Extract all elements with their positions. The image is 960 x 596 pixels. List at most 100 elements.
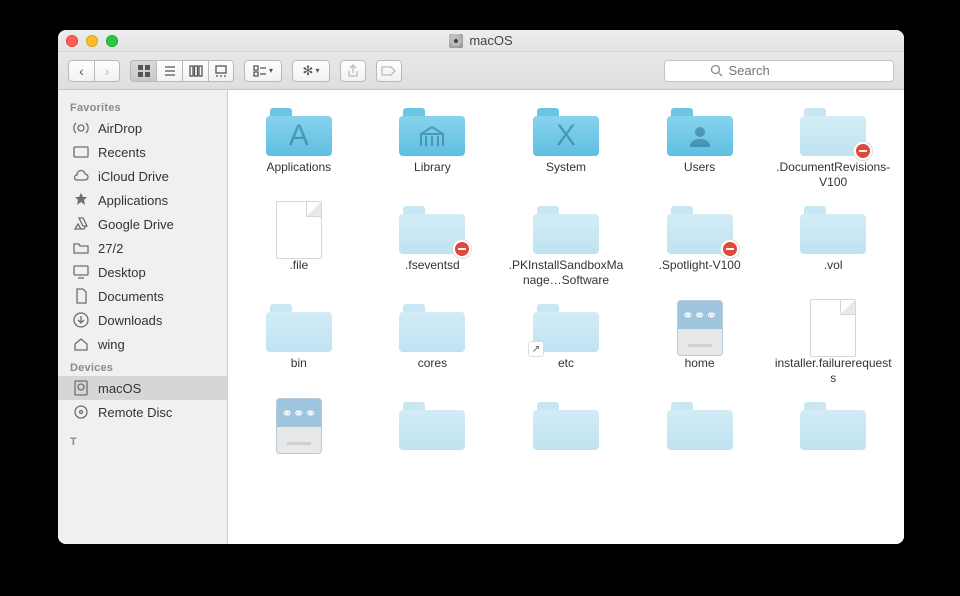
file-item[interactable]: Users: [637, 104, 763, 190]
file-item[interactable]: .vol: [770, 202, 896, 288]
disk-icon: [449, 34, 463, 48]
item-icon: [398, 398, 466, 454]
close-button[interactable]: [66, 35, 78, 47]
search-field[interactable]: [664, 60, 894, 82]
file-item[interactable]: [637, 398, 763, 454]
sidebar-item-label: iCloud Drive: [98, 169, 169, 184]
item-icon: [532, 202, 600, 258]
file-item[interactable]: [370, 398, 496, 454]
search-input[interactable]: [729, 63, 849, 78]
file-item[interactable]: [770, 398, 896, 454]
sidebar-item-googledrive[interactable]: Google Drive: [58, 212, 227, 236]
sidebar-item-applications[interactable]: Applications: [58, 188, 227, 212]
content-area[interactable]: AApplications Library XSystem Users .Documen…: [228, 90, 904, 544]
item-icon: [398, 104, 466, 160]
item-icon: [265, 300, 333, 356]
file-item[interactable]: [503, 398, 629, 454]
remotedisc-icon: [72, 403, 90, 421]
folder-icon: [72, 239, 90, 257]
file-item[interactable]: ⚭⚭⚭home: [637, 300, 763, 386]
share-button[interactable]: [340, 60, 366, 82]
item-icon: ↗: [532, 300, 600, 356]
back-button[interactable]: ‹: [68, 60, 94, 82]
sidebar-item-wing[interactable]: wing: [58, 332, 227, 356]
file-item[interactable]: ⚭⚭⚭: [236, 398, 362, 454]
sidebar-item-recents[interactable]: Recents: [58, 140, 227, 164]
recents-icon: [72, 143, 90, 161]
sidebar-item-airdrop[interactable]: AirDrop: [58, 116, 227, 140]
file-item[interactable]: .Spotlight-V100: [637, 202, 763, 288]
item-icon: [398, 300, 466, 356]
file-item[interactable]: .file: [236, 202, 362, 288]
sidebar-item-macos[interactable]: macOS: [58, 376, 227, 400]
sidebar-item-label: Google Drive: [98, 217, 174, 232]
window-title: macOS: [58, 33, 904, 48]
sidebar-item-label: Downloads: [98, 313, 162, 328]
documents-icon: [72, 287, 90, 305]
item-icon: [799, 300, 867, 356]
zoom-button[interactable]: [106, 35, 118, 47]
file-item[interactable]: XSystem: [503, 104, 629, 190]
forward-button[interactable]: ›: [94, 60, 120, 82]
sidebar-item-label: 27/2: [98, 241, 123, 256]
item-label: Library: [414, 160, 451, 175]
sidebar-header-favorites: Favorites: [58, 96, 227, 116]
tag-icon: [381, 65, 397, 77]
share-icon: [346, 64, 360, 78]
item-icon: ⚭⚭⚭: [265, 398, 333, 454]
item-label: etc: [558, 356, 574, 371]
sidebar-item-desktop[interactable]: Desktop: [58, 260, 227, 284]
file-item[interactable]: Library: [370, 104, 496, 190]
group-icon: [253, 64, 267, 78]
minimize-button[interactable]: [86, 35, 98, 47]
chevron-left-icon: ‹: [79, 63, 84, 79]
applications-icon: [72, 191, 90, 209]
item-icon: [666, 202, 734, 258]
group-by-button[interactable]: ▾: [244, 60, 282, 82]
item-label: .Spotlight-V100: [659, 258, 741, 273]
list-icon: [163, 64, 177, 78]
item-label: .PKInstallSandboxManage…Software: [507, 258, 625, 288]
file-item[interactable]: installer.failurerequests: [770, 300, 896, 386]
sidebar: Favorites AirDropRecents iCloud Drive Appl…: [58, 90, 228, 544]
action-menu-button[interactable]: ✻ ▾: [292, 60, 330, 82]
item-label: .file: [289, 258, 308, 273]
tags-button[interactable]: [376, 60, 402, 82]
icon-view-button[interactable]: [130, 60, 156, 82]
file-item[interactable]: bin: [236, 300, 362, 386]
list-view-button[interactable]: [156, 60, 182, 82]
item-label: .vol: [824, 258, 843, 273]
grid-icon: [137, 64, 151, 78]
chevron-down-icon: ▾: [315, 66, 319, 75]
item-label: home: [685, 356, 715, 371]
gallery-icon: [214, 64, 228, 78]
file-item[interactable]: AApplications: [236, 104, 362, 190]
sidebar-item-remotedisc[interactable]: Remote Disc: [58, 400, 227, 424]
sidebar-header-truncated: T: [58, 430, 227, 450]
icon-grid: AApplications Library XSystem Users .Documen…: [228, 90, 904, 468]
item-icon: A: [265, 104, 333, 160]
file-item[interactable]: .PKInstallSandboxManage…Software: [503, 202, 629, 288]
file-item[interactable]: .DocumentRevisions-V100: [770, 104, 896, 190]
file-item[interactable]: cores: [370, 300, 496, 386]
gallery-view-button[interactable]: [208, 60, 234, 82]
chevron-right-icon: ›: [105, 63, 110, 79]
window-title-text: macOS: [469, 33, 512, 48]
sidebar-item-label: Desktop: [98, 265, 146, 280]
sidebar-item-downloads[interactable]: Downloads: [58, 308, 227, 332]
sidebar-item-27-2[interactable]: 27/2: [58, 236, 227, 260]
item-label: .fseventsd: [405, 258, 460, 273]
sidebar-item-label: Documents: [98, 289, 164, 304]
column-view-button[interactable]: [182, 60, 208, 82]
nav-group: ‹ ›: [68, 60, 120, 82]
chevron-down-icon: ▾: [269, 66, 273, 75]
icloud-icon: [72, 167, 90, 185]
file-item[interactable]: ↗etc: [503, 300, 629, 386]
item-label: Users: [684, 160, 715, 175]
item-icon: [799, 202, 867, 258]
search-icon: [710, 64, 723, 77]
item-icon: [398, 202, 466, 258]
sidebar-item-iclouddrive[interactable]: iCloud Drive: [58, 164, 227, 188]
file-item[interactable]: .fseventsd: [370, 202, 496, 288]
sidebar-item-documents[interactable]: Documents: [58, 284, 227, 308]
